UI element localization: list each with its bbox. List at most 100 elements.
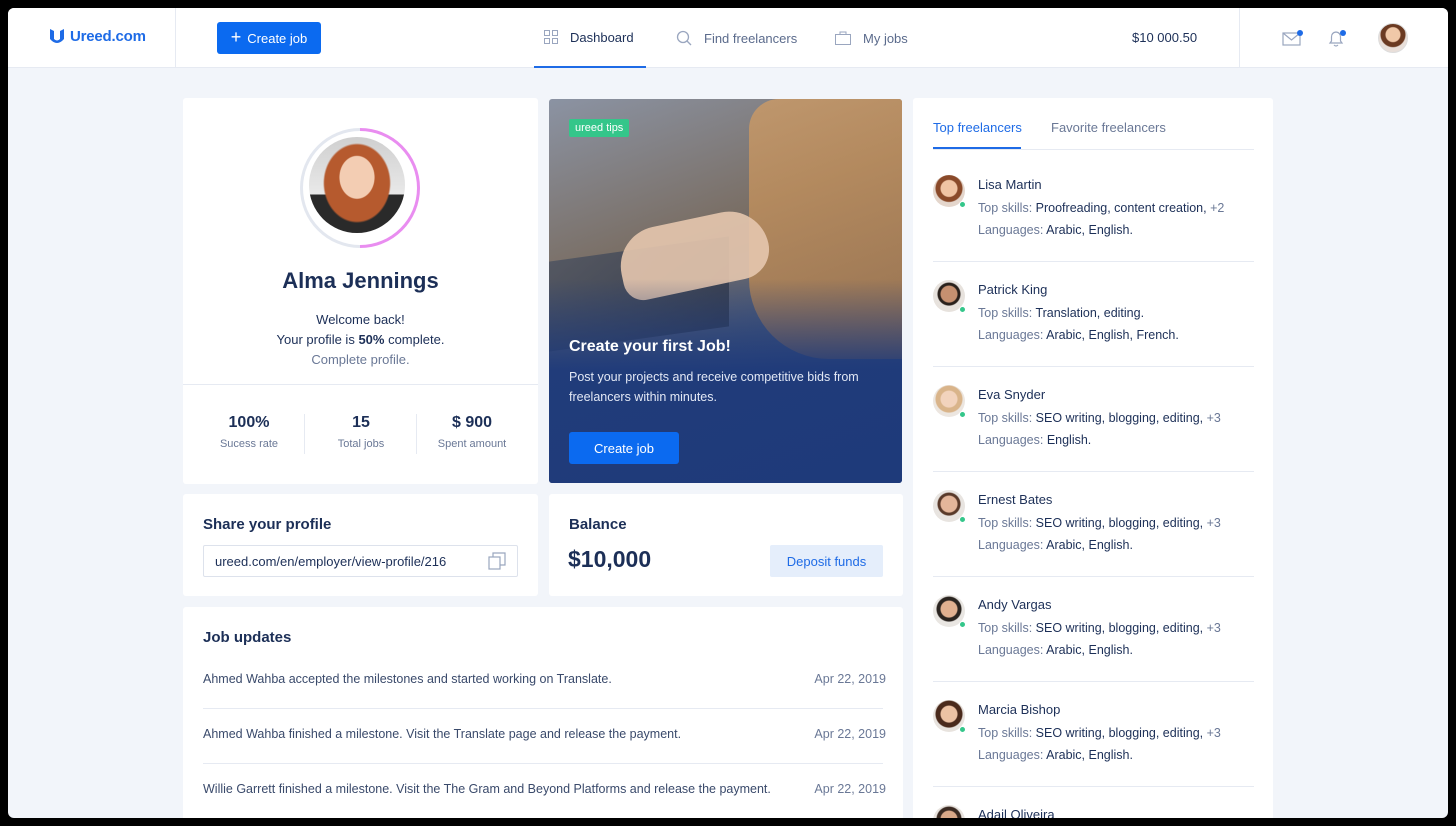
stat-total-jobs: 15 Total jobs (305, 414, 417, 450)
freelancer-item[interactable]: Ernest Bates Top skills: SEO writing, bl… (933, 490, 1254, 595)
freelancer-item[interactable]: Andy Vargas Top skills: SEO writing, blo… (933, 595, 1254, 700)
update-date: Apr 22, 2019 (814, 727, 886, 741)
update-text: Ahmed Wahba finished a milestone. Visit … (203, 727, 682, 741)
freelancer-name: Andy Vargas (978, 597, 1052, 612)
user-avatar[interactable] (1378, 23, 1408, 53)
messages-button[interactable] (1282, 28, 1303, 48)
deposit-funds-button[interactable]: Deposit funds (770, 545, 883, 577)
freelancer-name: Adail Oliveira (978, 807, 1055, 818)
divider (933, 261, 1254, 262)
tab-favorite-freelancers[interactable]: Favorite freelancers (1051, 120, 1166, 135)
create-job-button[interactable]: Create job (569, 432, 679, 464)
stat-label: Sucess rate (219, 438, 279, 450)
stat-label: Spent amount (437, 438, 507, 450)
freelancer-item[interactable]: Eva Snyder Top skills: SEO writing, blog… (933, 385, 1254, 490)
list-item[interactable]: Ahmed Wahba accepted the milestones and … (203, 672, 886, 727)
freelancer-item[interactable]: Patrick King Top skills: Translation, ed… (933, 280, 1254, 385)
profile-url-field[interactable]: ureed.com/en/employer/view-profile/216 (203, 545, 518, 577)
share-profile-title: Share your profile (203, 516, 332, 533)
divider (183, 384, 538, 385)
update-date: Apr 22, 2019 (814, 782, 886, 796)
freelancers-panel: Top freelancers Favorite freelancers Lis… (913, 98, 1273, 818)
freelancer-languages: Languages: Arabic, English. (978, 538, 1133, 552)
divider (933, 681, 1254, 682)
online-indicator (959, 306, 966, 313)
freelancer-avatar (933, 805, 965, 818)
nav-my-jobs[interactable]: My jobs (835, 8, 908, 68)
briefcase-icon (835, 31, 851, 45)
top-navbar: Ureed.com + Create job Dashboard Find fr… (8, 8, 1448, 68)
update-date: Apr 22, 2019 (814, 672, 886, 686)
freelancer-skills: Top skills: SEO writing, blogging, editi… (978, 516, 1221, 530)
update-text: Willie Garrett finished a milestone. Vis… (203, 782, 771, 796)
list-item[interactable]: Willie Garrett finished a milestone. Vis… (203, 782, 886, 818)
profile-name: Alma Jennings (282, 268, 439, 293)
freelancer-name: Marcia Bishop (978, 702, 1061, 717)
unread-dot (1340, 30, 1346, 36)
active-tab-indicator (933, 147, 1021, 149)
freelancer-name: Lisa Martin (978, 177, 1042, 192)
job-updates-title: Job updates (203, 629, 292, 646)
tips-card: ureed tips Create your first Job! Post y… (549, 99, 902, 483)
logo[interactable]: Ureed.com (48, 27, 146, 45)
update-text: Ahmed Wahba accepted the milestones and … (203, 672, 612, 686)
logo-text: Ureed.com (70, 27, 146, 45)
profile-card: Alma Jennings Welcome back! Your profile… (183, 98, 538, 484)
freelancer-name: Eva Snyder (978, 387, 1046, 402)
copy-icon[interactable] (488, 552, 506, 570)
account-balance[interactable]: $10 000.50 (1132, 30, 1197, 45)
nav-dashboard-label: Dashboard (570, 29, 634, 45)
complete-profile-link[interactable]: Complete profile. (183, 352, 538, 367)
freelancer-item[interactable]: Lisa Martin Top skills: Proofreading, co… (933, 175, 1254, 280)
profile-progress-ring (300, 128, 420, 248)
divider (933, 149, 1254, 150)
freelancer-skills: Top skills: Translation, editing. (978, 306, 1145, 320)
profile-completion-text: Your profile is 50% complete. (276, 332, 445, 347)
balance-title: Balance (569, 516, 627, 533)
freelancer-skills: Top skills: SEO writing, blogging, editi… (978, 726, 1221, 740)
stat-value: 100% (228, 414, 270, 431)
logo-cell: Ureed.com (8, 8, 176, 68)
job-updates-card: Job updates Ahmed Wahba accepted the mil… (183, 607, 903, 818)
freelancer-languages: Languages: Arabic, English. (978, 748, 1133, 762)
freelancer-languages: Languages: Arabic, English. (978, 643, 1133, 657)
freelancer-skills: Top skills: SEO writing, blogging, editi… (978, 411, 1221, 425)
freelancer-languages: Languages: Arabic, English. (978, 223, 1133, 237)
logo-icon (50, 29, 64, 43)
search-icon (676, 30, 692, 46)
tab-top-freelancers[interactable]: Top freelancers (933, 120, 1022, 135)
divider (933, 786, 1254, 787)
freelancer-skills: Top skills: SEO writing, blogging, editi… (978, 621, 1221, 635)
profile-avatar (309, 137, 405, 233)
nav-find-freelancers-label: Find freelancers (704, 30, 798, 46)
notifications-button[interactable] (1326, 28, 1346, 48)
tips-badge: ureed tips (569, 119, 630, 137)
tips-title: Create your first Job! (569, 338, 731, 355)
app-window: Ureed.com + Create job Dashboard Find fr… (8, 8, 1448, 818)
profile-url: ureed.com/en/employer/view-profile/216 (215, 553, 447, 569)
online-indicator (959, 201, 966, 208)
nav-find-freelancers[interactable]: Find freelancers (676, 8, 797, 68)
welcome-text: Welcome back! (316, 312, 405, 327)
tips-text: Post your projects and receive competiti… (569, 370, 859, 404)
freelancer-item[interactable]: Adail Oliveira (933, 805, 1254, 818)
divider (203, 708, 883, 709)
grid-icon (544, 30, 558, 44)
divider (933, 366, 1254, 367)
freelancer-name: Ernest Bates (978, 492, 1053, 507)
nav-my-jobs-label: My jobs (863, 30, 908, 46)
balance-card: Balance $10,000 Deposit funds (549, 494, 903, 596)
plus-icon: + (230, 27, 242, 47)
share-profile-card: Share your profile ureed.com/en/employer… (183, 494, 538, 596)
divider (933, 576, 1254, 577)
stat-value: 15 (352, 414, 370, 431)
online-indicator (959, 516, 966, 523)
create-job-button[interactable]: + Create job (217, 22, 321, 54)
online-indicator (959, 621, 966, 628)
nav-dashboard[interactable]: Dashboard (534, 8, 646, 68)
online-indicator (959, 726, 966, 733)
freelancer-item[interactable]: Marcia Bishop Top skills: SEO writing, b… (933, 700, 1254, 805)
online-indicator (959, 411, 966, 418)
list-item[interactable]: Ahmed Wahba finished a milestone. Visit … (203, 727, 886, 782)
divider (203, 763, 883, 764)
